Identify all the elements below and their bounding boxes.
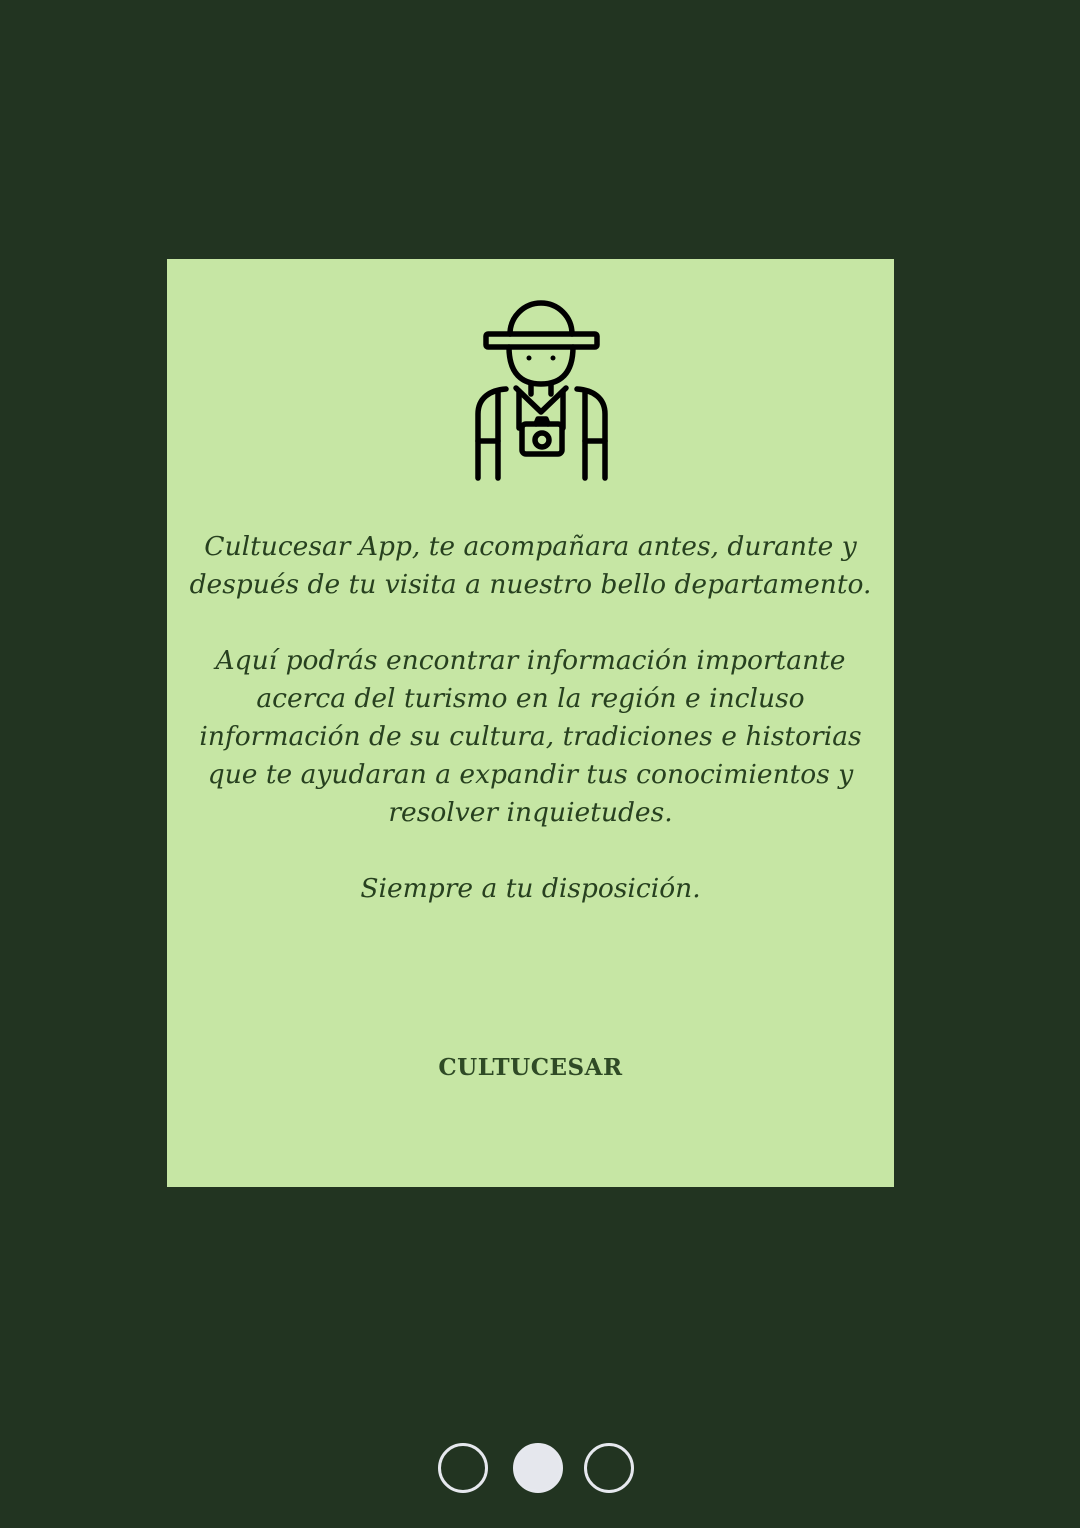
page-dot-1[interactable]	[438, 1443, 488, 1493]
explorer-with-camera-icon	[475, 300, 608, 481]
page-indicator	[0, 1443, 1080, 1497]
intro-paragraph: Cultucesar App, te acompañara antes, dur…	[189, 531, 872, 600]
page-dot-2-active[interactable]	[513, 1443, 563, 1493]
intro-paragraph: Siempre a tu disposición.	[360, 873, 701, 904]
page-dot-3[interactable]	[584, 1443, 634, 1493]
brand-signature: CULTUCESAR	[438, 1054, 623, 1081]
intro-message: Cultucesar App, te acompañara antes, dur…	[187, 528, 874, 908]
intro-paragraph: Aquí podrás encontrar información import…	[199, 645, 862, 828]
